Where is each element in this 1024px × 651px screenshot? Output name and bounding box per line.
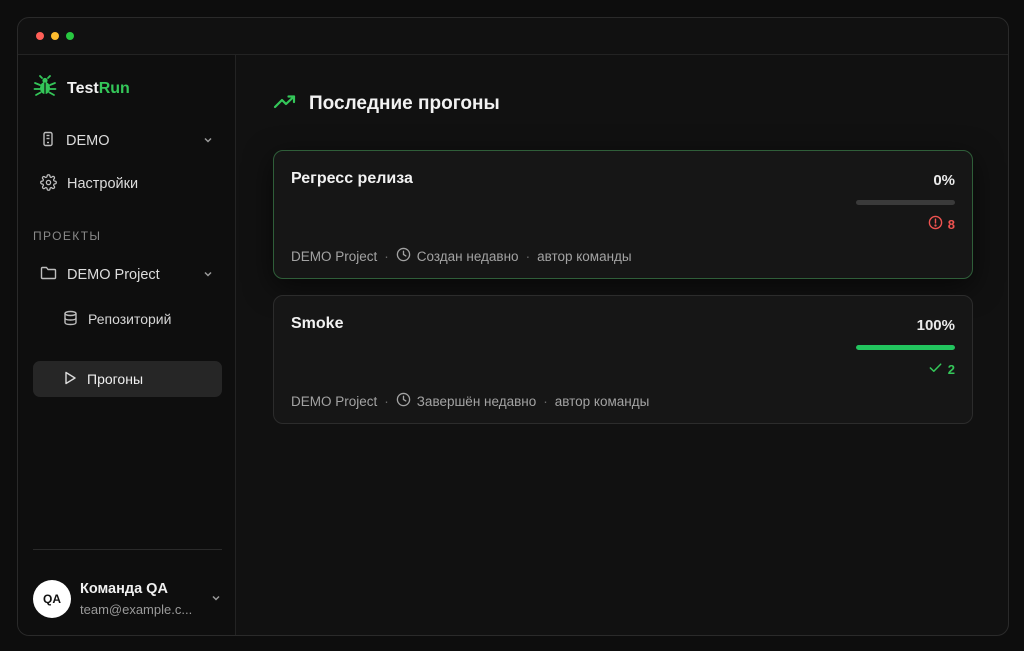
avatar: QA: [33, 580, 71, 618]
user-menu[interactable]: QA Команда QA team@example.c...: [33, 577, 222, 621]
check-icon: [928, 360, 943, 378]
run-progress-fill: [856, 345, 955, 350]
clock-icon: [396, 247, 411, 265]
app-logo[interactable]: TestRun: [33, 75, 130, 102]
sidebar-item-project[interactable]: DEMO Project: [32, 257, 222, 293]
close-window-dot[interactable]: [36, 32, 44, 40]
minimize-window-dot[interactable]: [51, 32, 59, 40]
run-card[interactable]: Регресс релиза 0% 8 DEMO Project · Созда…: [273, 150, 973, 279]
run-title: Smoke: [291, 315, 344, 332]
projects-section-label: ПРОЕКТЫ: [33, 229, 102, 243]
window-titlebar: [18, 18, 1008, 55]
sidebar-item-repository[interactable]: Репозиторий: [33, 301, 222, 337]
sidebar-item-settings[interactable]: Настройки: [32, 166, 222, 202]
chevron-down-icon[interactable]: [202, 134, 214, 150]
alert-circle-icon: [928, 215, 943, 233]
database-icon: [63, 310, 78, 329]
run-time: Создан недавно: [416, 248, 519, 264]
user-name: Команда QA: [80, 581, 168, 597]
run-author: автор команды: [554, 393, 650, 409]
run-author: автор команды: [537, 248, 632, 264]
run-title: Регресс релиза: [291, 170, 413, 187]
sidebar-item-label: Репозиторий: [88, 311, 172, 327]
phone-icon: [40, 131, 56, 151]
sidebar-divider: [33, 549, 222, 550]
run-card[interactable]: Smoke 100% 2 DEMO Project · Завершён нед…: [273, 295, 973, 424]
sidebar-item-label: Настройки: [67, 176, 139, 192]
main-content: Последние прогоны Регресс релиза 0% 8 DE…: [237, 55, 1008, 635]
bug-icon: [33, 75, 57, 102]
sidebar-item-label: DEMO Project: [67, 267, 160, 283]
play-icon: [63, 371, 77, 388]
run-project: DEMO Project: [291, 393, 378, 409]
sidebar-item-label: Прогоны: [87, 371, 144, 387]
run-meta: DEMO Project · Создан недавно · автор ко…: [291, 247, 632, 265]
run-progress-bar: [856, 200, 955, 205]
workspace-label: DEMO: [66, 133, 110, 149]
run-percent: 100%: [916, 317, 955, 334]
app-window: TestRun DEMO Настройки ПРОЕКТЫ DEMO Proj…: [17, 17, 1009, 636]
workspace-selector[interactable]: DEMO: [32, 123, 222, 159]
chevron-down-icon[interactable]: [210, 591, 222, 609]
sidebar: TestRun DEMO Настройки ПРОЕКТЫ DEMO Proj…: [18, 55, 236, 635]
run-time: Завершён недавно: [416, 393, 537, 409]
run-progress-bar: [856, 345, 955, 350]
page-header: Последние прогоны: [273, 93, 500, 115]
run-meta: DEMO Project · Завершён недавно · автор …: [291, 392, 650, 410]
run-project: DEMO Project: [291, 248, 378, 264]
folder-icon: [40, 265, 57, 285]
user-info: Команда QA team@example.c...: [80, 581, 192, 617]
chevron-down-icon[interactable]: [202, 268, 214, 284]
maximize-window-dot[interactable]: [66, 32, 74, 40]
user-email: team@example.c...: [80, 602, 193, 617]
gear-icon: [40, 173, 57, 195]
page-title: Последние прогоны: [309, 93, 500, 114]
sidebar-item-runs[interactable]: Прогоны: [33, 361, 222, 397]
run-failed-count: 8: [928, 215, 955, 233]
run-passed-count: 2: [928, 360, 955, 378]
clock-icon: [396, 392, 411, 410]
trending-up-icon: [273, 94, 297, 115]
app-name: TestRun: [67, 79, 130, 97]
run-percent: 0%: [933, 172, 955, 189]
